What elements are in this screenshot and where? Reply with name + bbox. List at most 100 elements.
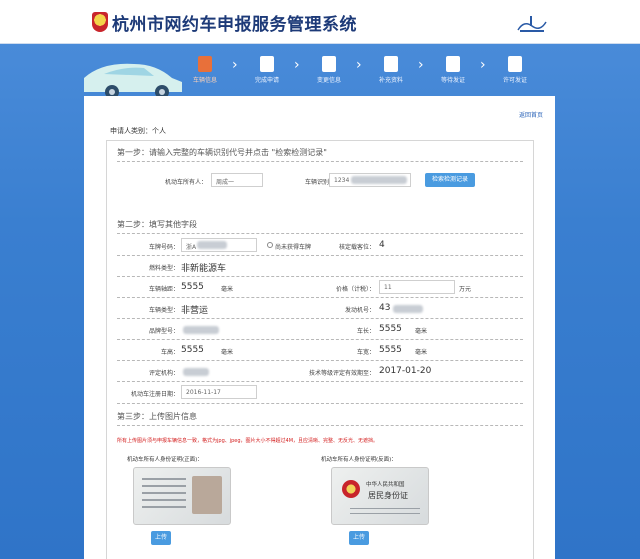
- main-panel: 返回首页 申请人类别：个人 第一步：请输入完整的车辆识别代号并点击 "检索检测记…: [84, 96, 555, 559]
- length-label: 车长：: [356, 328, 375, 335]
- reg-date-label: 机动车注册日期：: [130, 391, 179, 398]
- step2-title: 第二步：填写其他字段: [117, 220, 197, 229]
- back-home-link[interactable]: 返回首页: [519, 110, 543, 119]
- fuel-label: 燃料类型：: [148, 265, 179, 272]
- document-icon: [260, 56, 274, 72]
- redaction: [393, 305, 423, 313]
- step1-title: 第一步：请输入完整的车辆识别代号并点击 "检索检测记录": [117, 148, 327, 157]
- plate-label: 车牌号码：: [148, 244, 179, 251]
- redaction: [183, 326, 219, 334]
- id-back-image: 中华人民共和国 居民身份证: [331, 467, 429, 525]
- step-label: 完成申请: [254, 77, 279, 84]
- wheelbase-value: 5555: [181, 282, 204, 292]
- usage-value: 非营运: [181, 306, 209, 316]
- upload-warning: 所有上传图片须与申报车辆信息一致，格式为jpg、jpeg，图片大小不得超过4M，…: [117, 438, 379, 444]
- step-label: 许可发证: [502, 77, 527, 84]
- redaction: [351, 176, 407, 184]
- divider: [117, 297, 523, 298]
- card-text-lines: [142, 478, 186, 508]
- search-record-button[interactable]: 检索检测记录: [425, 173, 475, 187]
- no-plate-radio[interactable]: [267, 242, 273, 248]
- tech-date-label: 技术等级评定有效期至：: [308, 370, 375, 377]
- upload-back-button[interactable]: 上传: [349, 531, 369, 545]
- card-text-lines: [350, 508, 420, 518]
- progress-steps: 车辆信息 › 完成申请 › 变更信息 › 补充资料 › 等待发证 › 许可发证: [186, 56, 542, 84]
- height-value: 5555: [181, 345, 204, 355]
- id-front-image: [133, 467, 231, 525]
- application-form: 第一步：请输入完整的车辆识别代号并点击 "检索检测记录" 机动车所有人： 周成一…: [106, 140, 534, 559]
- chevron-right-icon: ›: [232, 57, 238, 73]
- price-label: 价格（计税）：: [335, 286, 375, 293]
- length-unit: 毫米: [415, 328, 428, 335]
- id-front-label: 机动车所有人身份证明(正面)：: [127, 457, 203, 463]
- step-change: 变更信息: [310, 56, 348, 84]
- car-icon: [198, 56, 212, 72]
- wheelbase-label: 车辆轴距：: [148, 286, 179, 293]
- divider: [117, 403, 523, 404]
- license-icon: [508, 56, 522, 72]
- owner-input[interactable]: 周成一: [211, 173, 263, 187]
- app-header: 杭州市网约车申报服务管理系统: [0, 0, 640, 44]
- national-emblem-icon: [342, 480, 360, 498]
- price-unit: 万元: [459, 286, 472, 293]
- divider: [117, 318, 523, 319]
- height-unit: 毫米: [221, 349, 234, 356]
- owner-label: 机动车所有人：: [164, 179, 207, 186]
- step-vehicle-info: 车辆信息: [186, 56, 224, 84]
- length-value: 5555: [379, 324, 402, 334]
- certificate-icon: [446, 56, 460, 72]
- redaction: [183, 368, 209, 376]
- step-label: 补充资料: [378, 77, 403, 84]
- width-unit: 毫米: [415, 349, 428, 356]
- card-title: 居民身份证: [368, 491, 408, 500]
- emblem-icon: [92, 12, 108, 32]
- id-back-label: 机动车所有人身份证明(反面)：: [321, 457, 397, 463]
- fuel-value: 非新能源车: [181, 264, 227, 274]
- divider: [117, 381, 523, 382]
- chevron-right-icon: ›: [418, 57, 424, 73]
- reg-date-input[interactable]: 2016-11-17: [181, 385, 257, 399]
- height-label: 车高：: [160, 349, 179, 356]
- step3-title: 第三步：上传图片信息: [117, 412, 197, 421]
- city-logo-icon: [517, 16, 547, 32]
- brand-label: 品牌型号：: [148, 328, 179, 335]
- no-plate-label: 尚未获得车牌: [275, 244, 312, 251]
- card-country: 中华人民共和国: [366, 482, 405, 488]
- divider: [117, 425, 523, 426]
- upload-front-button[interactable]: 上传: [151, 531, 171, 545]
- divider: [117, 276, 523, 277]
- wheelbase-unit: 毫米: [221, 286, 234, 293]
- engine-value: 43: [379, 303, 391, 313]
- width-value: 5555: [379, 345, 402, 355]
- price-input[interactable]: 11: [379, 280, 455, 294]
- file-icon: [322, 56, 336, 72]
- eval-org-label: 评定机构：: [148, 370, 179, 377]
- seats-label: 核定载客位：: [338, 244, 375, 251]
- tech-date-value: 2017-01-20: [379, 366, 432, 376]
- step-label: 等待发证: [440, 77, 465, 84]
- step-label: 车辆信息: [192, 77, 217, 84]
- width-label: 车宽：: [356, 349, 375, 356]
- chevron-right-icon: ›: [480, 57, 486, 73]
- step-label: 变更信息: [316, 77, 341, 84]
- engine-label: 发动机号：: [344, 307, 375, 314]
- app-title: 杭州市网约车申报服务管理系统: [112, 15, 357, 35]
- divider: [117, 161, 523, 162]
- chevron-right-icon: ›: [356, 57, 362, 73]
- divider: [117, 339, 523, 340]
- vin-value: 1234: [334, 177, 350, 184]
- seats-value: 4: [379, 240, 385, 250]
- redaction: [197, 241, 227, 249]
- applicant-type: 申请人类别：个人: [110, 127, 166, 135]
- divider: [117, 360, 523, 361]
- chevron-right-icon: ›: [294, 57, 300, 73]
- id-photo: [192, 476, 222, 514]
- step-issue: 许可发证: [496, 56, 534, 84]
- divider: [117, 255, 523, 256]
- step-apply: 完成申请: [248, 56, 286, 84]
- divider: [117, 233, 523, 234]
- plate-value: 浙A: [186, 244, 197, 251]
- step-wait: 等待发证: [434, 56, 472, 84]
- edit-icon: [384, 56, 398, 72]
- step-supplement: 补充资料: [372, 56, 410, 84]
